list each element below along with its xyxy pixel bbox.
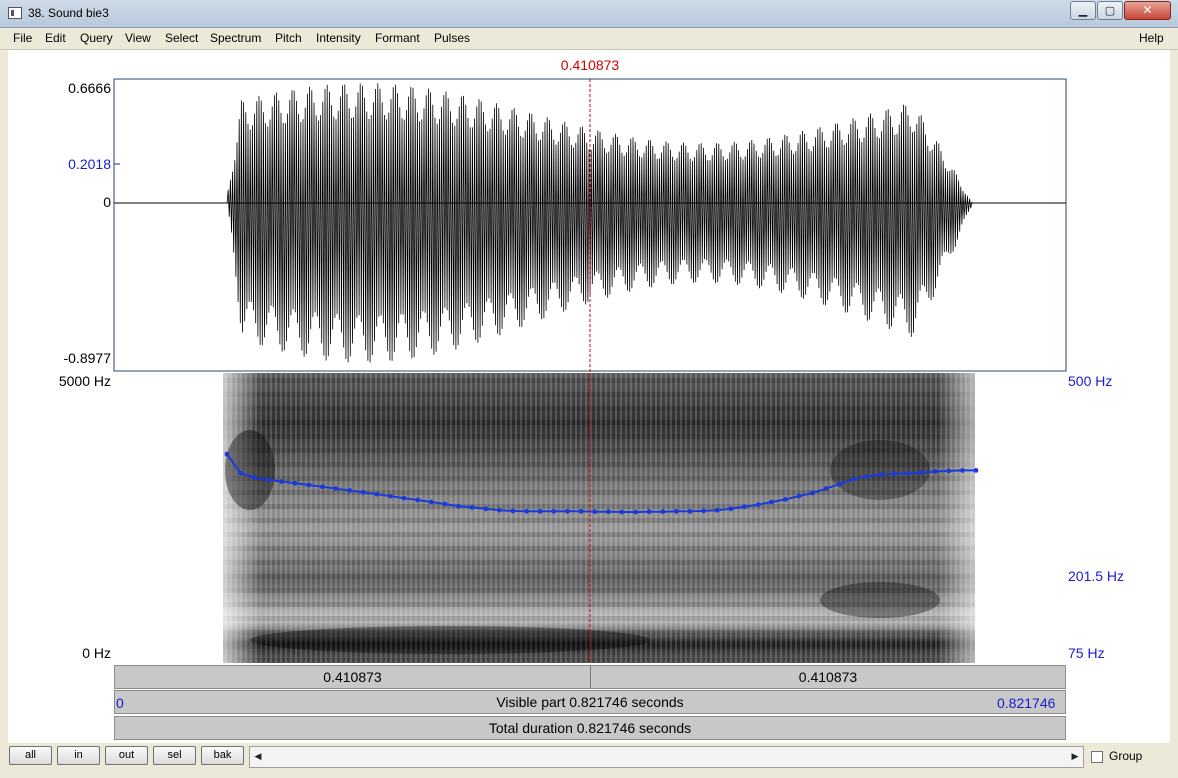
pitch-point [360,489,366,495]
pitch-point [905,471,911,477]
pitch-point [592,509,598,515]
pitch-point [401,495,407,501]
bottom-toolbar: all in out sel bak ◀ ▶ Group [0,743,1178,778]
pitch-cursor-value: 201.5 Hz [1068,568,1125,584]
scroll-right-icon[interactable]: ▶ [1067,747,1083,767]
pitch-point [537,508,543,514]
pitch-point [810,490,815,496]
pitch-point [374,491,380,497]
pitch-point [483,506,489,512]
pitch-point [633,509,638,515]
pitch-point [796,493,802,499]
pitch-point [782,497,788,502]
scroll-left-icon[interactable]: ◀ [250,747,266,767]
pitch-point [932,469,938,474]
visible-end-time: 0.821746 [997,695,1056,711]
visible-start-time: 0 [116,695,124,711]
pitch-point [646,509,652,515]
total-duration-label: Total duration 0.821746 seconds [488,720,692,736]
pitch-point [551,508,557,514]
pitch-point [769,499,775,505]
group-label: Group [1109,749,1143,763]
pitch-point [388,493,393,499]
zoom-all-button[interactable]: all [9,746,52,765]
pitch-point [851,476,856,482]
pitch-point [279,479,284,484]
group-checkbox[interactable] [1091,751,1103,763]
total-duration-bar[interactable]: Total duration 0.821746 seconds [114,716,1066,740]
pitch-point [238,470,244,476]
pitch-point [265,477,271,483]
pitch-point [428,499,434,505]
zoom-back-button[interactable]: bak [201,746,244,765]
waveform-max-label: 0.6666 [68,80,111,96]
pitch-point [837,481,843,487]
pitch-point [701,508,706,514]
pitch-point [333,486,339,491]
pitch-top-label: 500 Hz [1068,373,1113,389]
pitch-point [687,508,693,514]
pitch-point [251,475,257,480]
horizontal-scrollbar[interactable]: ◀ ▶ [249,746,1084,768]
pitch-point [442,501,448,507]
pitch-point [742,504,747,510]
pitch-point [510,508,516,514]
pitch-point [306,482,312,488]
pitch-point [469,505,475,510]
waveform-cursor-value: 0.2018 [68,156,111,172]
pitch-point [660,509,666,515]
waveform-min-label: -0.8977 [63,350,111,366]
pitch-point [960,468,965,473]
spectrogram-bottom-label: 0 Hz [82,645,111,661]
pitch-point [864,474,870,479]
visible-part-label: Visible part 0.821746 seconds [496,694,684,710]
pitch-point [946,468,952,474]
pitch-point [728,506,734,512]
zoom-in-button[interactable]: in [57,746,100,765]
pitch-point [891,471,897,477]
pitch-point [578,508,584,514]
pitch-point [292,480,298,486]
pitch-point [973,468,979,473]
pitch-point [714,507,720,513]
pitch-point [497,507,502,513]
left-of-cursor-duration[interactable]: 0.410873 [115,666,590,688]
right-of-cursor-duration[interactable]: 0.410873 [591,666,1065,688]
zoom-selection-button[interactable]: sel [153,746,196,765]
pitch-point [224,451,230,457]
waveform-zero-label: 0 [103,194,111,210]
pitch-point [823,486,829,491]
pitch-point [456,503,461,509]
pitch-point [347,488,352,493]
pitch-point [878,472,884,478]
spectrogram-top-label: 5000 Hz [58,373,111,389]
pitch-point [619,509,625,515]
pitch-point [605,509,611,515]
visible-part-bar[interactable]: Visible part 0.821746 seconds [114,690,1066,714]
pitch-point [565,508,570,514]
pitch-point [674,508,679,514]
pitch-point [524,508,529,514]
pitch-point [755,502,761,508]
selection-time-bar: 0.410873 0.410873 [114,665,1066,689]
zoom-out-button[interactable]: out [105,746,148,765]
pitch-point [415,497,421,503]
pitch-point [319,484,325,490]
pitch-bottom-label: 75 Hz [1068,645,1105,661]
pitch-point [919,470,924,475]
sound-editor-canvas[interactable] [0,0,1178,778]
